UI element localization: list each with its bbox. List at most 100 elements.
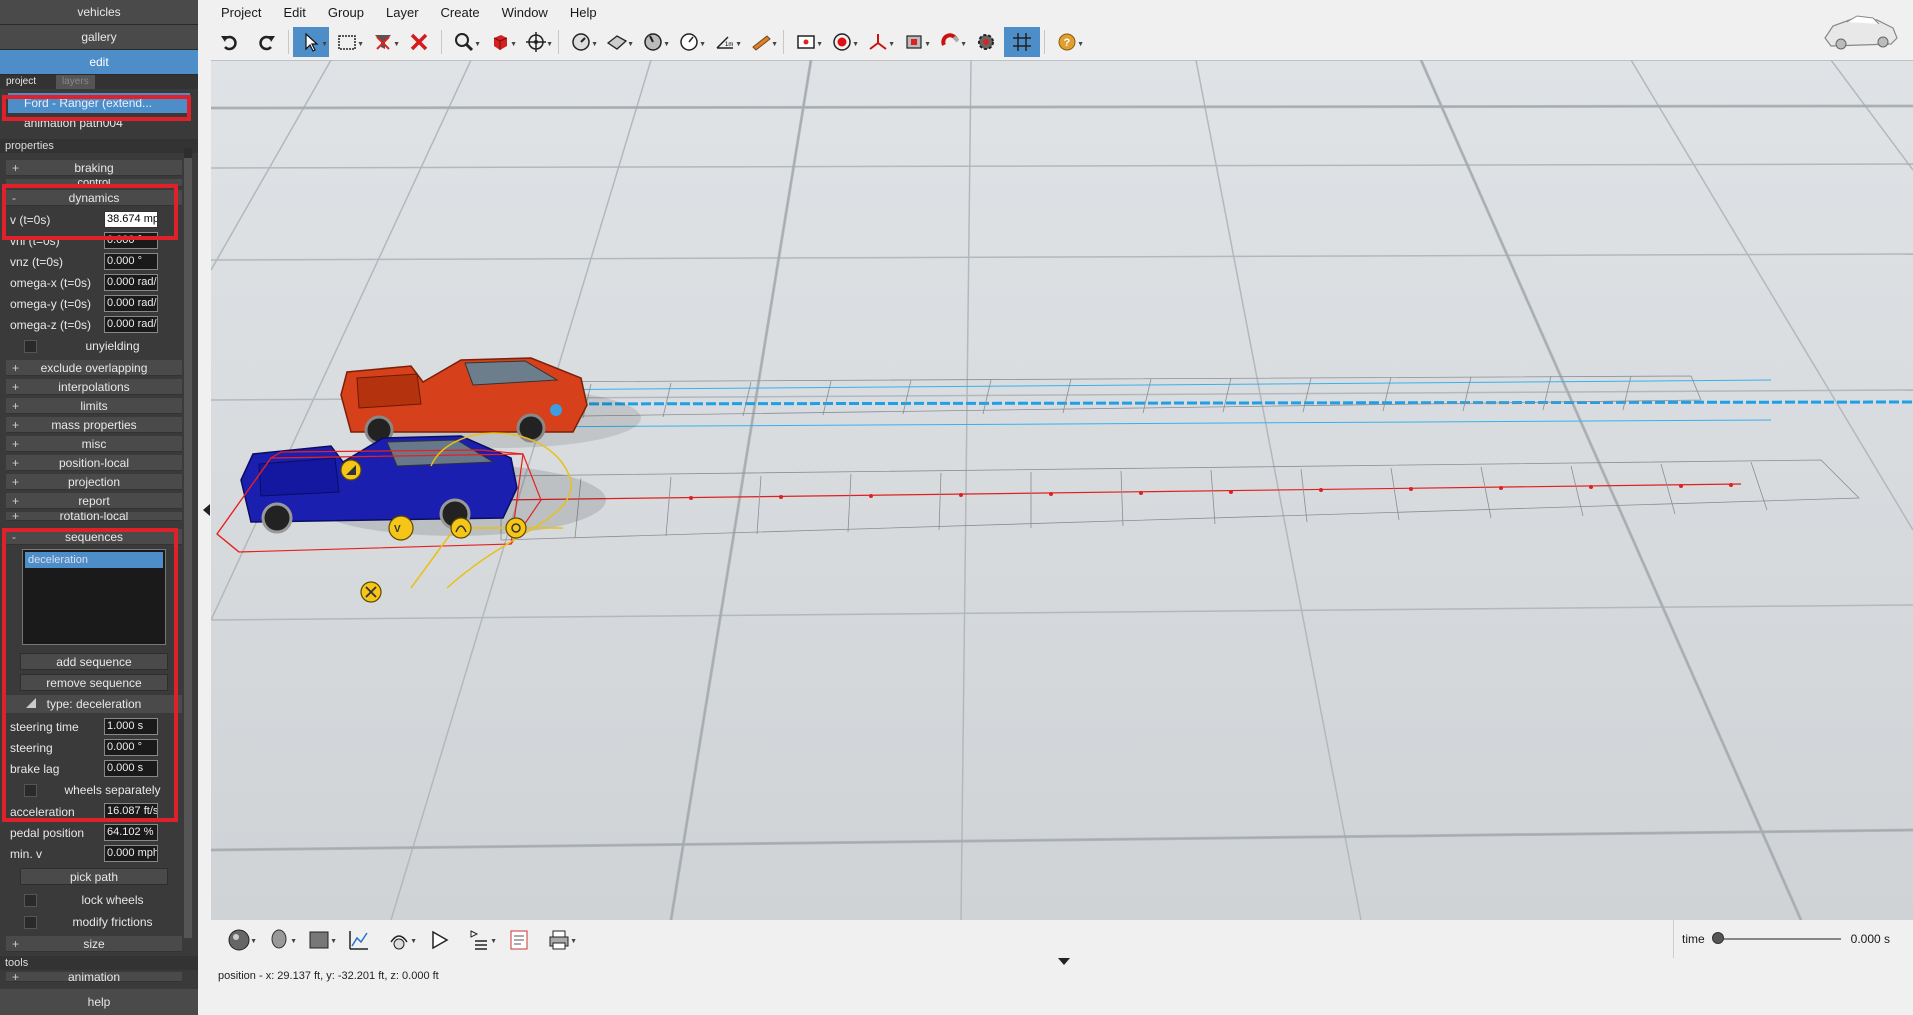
project-item-ford-ranger[interactable]: Ford - Ranger (extend... [8,93,190,113]
delete-button[interactable] [401,27,437,57]
ruler-button[interactable]: 1m ▼ [707,27,743,57]
select-tool-button[interactable]: ▼ [293,27,329,57]
tab-project[interactable]: project [0,75,42,89]
rect-select-button[interactable]: ▼ [329,27,365,57]
group-rotation-local[interactable]: + rotation-local [6,512,182,521]
group-mass-properties[interactable]: + mass properties [6,417,182,433]
wheels-separately-checkbox[interactable] [24,783,37,797]
record-button[interactable]: ▼ [824,27,860,57]
settings-button[interactable] [968,27,1004,57]
group-size[interactable]: + size [6,936,182,952]
playlist-button[interactable]: ▼ [459,924,499,956]
menu-window[interactable]: Window [491,5,559,20]
grid-button[interactable] [1004,27,1040,57]
edit-button[interactable]: edit [0,50,198,75]
tab-layers[interactable]: layers [56,75,95,89]
modify-frictions-checkbox[interactable] [24,915,37,929]
group-interpolations[interactable]: + interpolations [6,379,182,395]
prop-value-input[interactable]: 16.087 ft/s² [104,803,158,820]
texture-button[interactable]: ▼ [896,27,932,57]
grid-icon [1013,33,1031,51]
remove-sequence-button[interactable]: remove sequence [20,674,168,691]
lock-wheels-checkbox[interactable] [24,893,37,907]
properties-scrollbar[interactable] [184,148,192,938]
expand-panel-icon[interactable] [1058,958,1070,965]
cube-button[interactable]: ▼ [482,27,518,57]
vehicles-button[interactable]: vehicles [0,0,198,25]
prop-value-input[interactable]: 0.000 mph [104,845,158,862]
prop-value-input[interactable]: 38.674 mph [104,211,158,228]
sphere-view-button[interactable]: ▼ [219,924,259,956]
group-misc[interactable]: + misc [6,436,182,452]
print-button[interactable]: ▼ [539,924,579,956]
play-button[interactable] [419,924,459,956]
head-view-button[interactable]: ▼ [259,924,299,956]
prop-value-input[interactable]: 0.000 rad/s [104,274,158,291]
collapse-panel-icon[interactable] [203,504,210,516]
help-toolbar-button[interactable]: ? ▼ [1049,27,1085,57]
help-button[interactable]: help [0,989,198,1015]
add-sequence-button[interactable]: add sequence [20,653,168,670]
chart-button[interactable] [339,924,379,956]
simulation-button[interactable]: ▼ [379,924,419,956]
menu-layer[interactable]: Layer [375,5,430,20]
orange-pickup-truck[interactable] [340,357,588,445]
undo-button[interactable] [212,27,248,57]
pick-path-button[interactable]: pick path [20,868,168,885]
handle-v0-icon[interactable]: V [388,515,414,541]
unyielding-checkbox[interactable] [24,339,37,353]
handle-angle-icon[interactable] [340,459,362,481]
gallery-button[interactable]: gallery [0,25,198,50]
sequence-item-deceleration[interactable]: deceleration [25,552,163,568]
menu-edit[interactable]: Edit [272,5,316,20]
axes-button[interactable]: ▼ [860,27,896,57]
group-sequences[interactable]: - sequences [6,529,182,545]
group-exclude-overlapping[interactable]: + exclude overlapping [6,360,182,376]
sequence-type-selector[interactable]: type: deceleration [6,695,182,713]
color-button[interactable]: ▼ [299,924,339,956]
measure-button[interactable]: ▼ [563,27,599,57]
prop-value-input[interactable]: 1.000 s [104,718,158,735]
prop-value-input[interactable]: 0.000 rad/s [104,295,158,312]
group-projection[interactable]: + projection [6,474,182,490]
group-limits[interactable]: + limits [6,398,182,414]
tape-button[interactable]: ▼ [743,27,779,57]
prop-value-input[interactable]: 0.000 ° [104,739,158,756]
prop-value-input[interactable]: 0.000 ° [104,253,158,270]
report-button[interactable] [499,924,539,956]
surface-button[interactable]: ▼ [599,27,635,57]
group-dynamics[interactable]: - dynamics [6,190,182,206]
move-button[interactable]: ▼ [518,27,554,57]
3d-viewport[interactable]: V [211,60,1913,920]
time-label: time [1682,932,1705,946]
project-item-animation-path[interactable]: animation path004 [0,113,198,133]
handle-curve-icon[interactable] [450,517,472,539]
filter-button[interactable]: ▼ [365,27,401,57]
group-control[interactable]: control [6,179,182,187]
group-report[interactable]: + report [6,493,182,509]
menu-project[interactable]: Project [210,5,272,20]
prop-value-input[interactable]: 0.000 rad/s [104,316,158,333]
prop-value-input[interactable]: 64.102 % [104,824,158,841]
redo-button[interactable] [248,27,284,57]
magnet-button[interactable]: ▼ [932,27,968,57]
group-braking[interactable]: + braking [6,160,182,176]
scrollbar-thumb[interactable] [184,158,192,938]
menu-group[interactable]: Group [317,5,375,20]
menu-help[interactable]: Help [559,5,608,20]
menu-create[interactable]: Create [430,5,491,20]
prop-value-input[interactable]: 0.000 ° [104,232,158,249]
camera-button[interactable]: ▼ [788,27,824,57]
prop-value-input[interactable]: 0.000 s [104,760,158,777]
handle-target-icon[interactable] [505,517,527,539]
speedometer-button[interactable]: ▼ [671,27,707,57]
scene-canvas[interactable]: V [211,60,1913,920]
handle-close-icon[interactable] [360,581,382,603]
sequence-list[interactable]: deceleration [22,549,166,645]
time-slider[interactable] [1711,932,1841,944]
group-position-local[interactable]: + position-local [6,455,182,471]
time-slider-knob[interactable] [1711,932,1724,944]
dial-button[interactable]: ▼ [635,27,671,57]
zoom-button[interactable]: ▼ [446,27,482,57]
group-animation[interactable]: + animation [6,972,182,982]
